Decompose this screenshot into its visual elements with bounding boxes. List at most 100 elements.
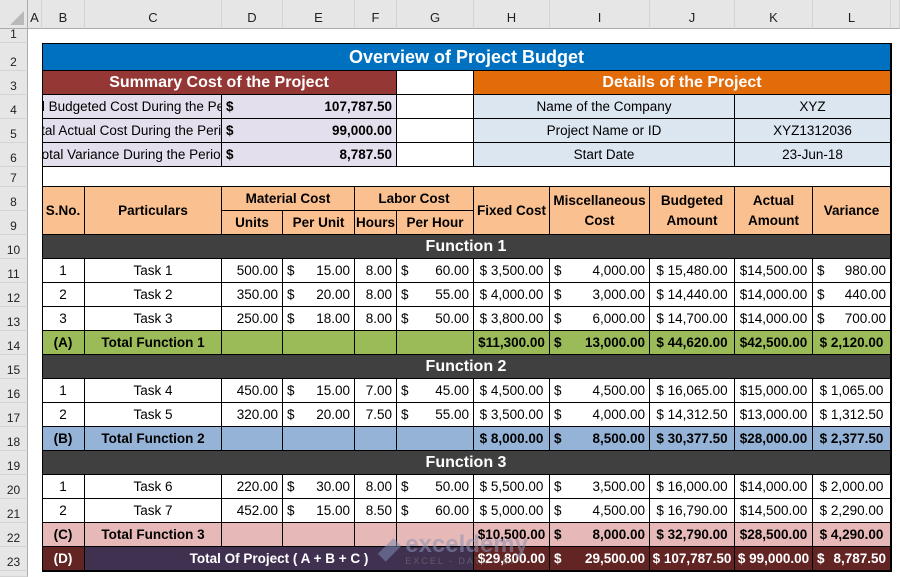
task-row-1-2-hours[interactable]: 8.00 <box>355 283 397 307</box>
row-header-6[interactable]: 6 <box>0 143 28 167</box>
task-row-3-1-name[interactable]: Task 6 <box>85 475 222 499</box>
task-row-1-3-name[interactable]: Task 3 <box>85 307 222 331</box>
task-row-2-1-per-hour[interactable]: $45.00 <box>397 379 474 403</box>
task-row-1-2-per-unit[interactable]: $20.00 <box>283 283 355 307</box>
column-header-k[interactable]: K <box>735 0 813 29</box>
task-row-2-1-hours[interactable]: 7.00 <box>355 379 397 403</box>
column-header-b[interactable]: B <box>42 0 85 29</box>
row-header-11[interactable]: 11 <box>0 259 28 283</box>
row-header-4[interactable]: 4 <box>0 95 28 119</box>
task-row-3-2-misc[interactable]: $4,500.00 <box>550 499 650 523</box>
row-header-1[interactable]: 1 <box>0 27 28 43</box>
task-row-1-1-variance[interactable]: $980.00 <box>813 259 891 283</box>
total-row-1-budgeted[interactable]: $ 44,620.00 <box>650 331 735 355</box>
task-row-3-2-per-unit[interactable]: $15.00 <box>283 499 355 523</box>
summary-label-2[interactable]: Total Actual Cost During the Period <box>42 119 222 143</box>
row-header-23[interactable]: 23 <box>0 547 28 571</box>
task-row-1-3-variance[interactable]: $700.00 <box>813 307 891 331</box>
task-row-2-2-variance[interactable]: $ 1,312.50 <box>813 403 891 427</box>
task-row-1-3-sno[interactable]: 3 <box>42 307 85 331</box>
task-row-2-2-misc[interactable]: $4,000.00 <box>550 403 650 427</box>
empty-cell-g6[interactable] <box>397 143 474 167</box>
row-header-9[interactable]: 9 <box>0 211 28 235</box>
task-row-1-2-actual[interactable]: $14,000.00 <box>735 283 813 307</box>
task-row-3-1-units[interactable]: 220.00 <box>222 475 283 499</box>
summary-value-3[interactable]: $8,787.50 <box>222 143 397 167</box>
grand-total-code[interactable]: (D) <box>42 547 85 571</box>
column-header-e[interactable]: E <box>283 0 355 29</box>
task-row-1-1-per-unit[interactable]: $15.00 <box>283 259 355 283</box>
total-row-3-misc[interactable]: $8,000.00 <box>550 523 650 547</box>
summary-label-1[interactable]: Total Budgeted Cost During the Period <box>42 95 222 119</box>
task-row-2-1-budgeted[interactable]: $ 16,065.00 <box>650 379 735 403</box>
task-row-1-2-sno[interactable]: 2 <box>42 283 85 307</box>
task-row-2-1-actual[interactable]: $15,000.00 <box>735 379 813 403</box>
task-row-1-2-budgeted[interactable]: $ 14,440.00 <box>650 283 735 307</box>
row-header-18[interactable]: 18 <box>0 427 28 451</box>
task-row-2-1-units[interactable]: 450.00 <box>222 379 283 403</box>
task-row-2-1-sno[interactable]: 1 <box>42 379 85 403</box>
task-row-3-1-per-unit[interactable]: $30.00 <box>283 475 355 499</box>
header-budgeted-amount[interactable]: Budgeted Amount <box>650 187 735 235</box>
task-row-1-1-hours[interactable]: 8.00 <box>355 259 397 283</box>
task-row-1-2-fixed[interactable]: $ 4,000.00 <box>474 283 550 307</box>
task-row-3-1-budgeted[interactable]: $ 16,000.00 <box>650 475 735 499</box>
task-row-3-2-hours[interactable]: 8.50 <box>355 499 397 523</box>
column-header-h[interactable]: H <box>474 0 550 29</box>
task-row-2-2-per-hour[interactable]: $55.00 <box>397 403 474 427</box>
task-row-2-2-units[interactable]: 320.00 <box>222 403 283 427</box>
task-row-3-2-per-hour[interactable]: $60.00 <box>397 499 474 523</box>
row-header-14[interactable]: 14 <box>0 331 28 355</box>
total-row-1-empty-g[interactable] <box>397 331 474 355</box>
row-header-20[interactable]: 20 <box>0 475 28 499</box>
task-row-1-3-hours[interactable]: 8.00 <box>355 307 397 331</box>
task-row-1-1-budgeted[interactable]: $ 15,480.00 <box>650 259 735 283</box>
column-header-l[interactable]: L <box>813 0 891 29</box>
task-row-1-1-sno[interactable]: 1 <box>42 259 85 283</box>
task-row-2-1-fixed[interactable]: $ 4,500.00 <box>474 379 550 403</box>
header-hours[interactable]: Hours <box>355 211 397 235</box>
total-row-3-empty-d[interactable] <box>222 523 283 547</box>
grand-total-variance[interactable]: $8,787.50 <box>813 547 891 571</box>
summary-label-3[interactable]: Total Variance During the Period <box>42 143 222 167</box>
grand-total-misc[interactable]: $29,500.00 <box>550 547 650 571</box>
task-row-2-1-misc[interactable]: $4,500.00 <box>550 379 650 403</box>
header-units[interactable]: Units <box>222 211 283 235</box>
row-header-5[interactable]: 5 <box>0 119 28 143</box>
header-particulars[interactable]: Particulars <box>85 187 222 235</box>
summary-value-2[interactable]: $99,000.00 <box>222 119 397 143</box>
task-row-1-2-units[interactable]: 350.00 <box>222 283 283 307</box>
total-row-2-misc[interactable]: $8,500.00 <box>550 427 650 451</box>
details-value-2[interactable]: XYZ1312036 <box>735 119 891 143</box>
details-value-1[interactable]: XYZ <box>735 95 891 119</box>
header-fixed-cost[interactable]: Fixed Cost <box>474 187 550 235</box>
column-header-d[interactable]: D <box>222 0 283 29</box>
task-row-3-1-misc[interactable]: $3,500.00 <box>550 475 650 499</box>
task-row-2-2-hours[interactable]: 7.50 <box>355 403 397 427</box>
row-header-13[interactable]: 13 <box>0 307 28 331</box>
column-header-i[interactable]: I <box>550 0 650 29</box>
total-row-1-label-code[interactable]: (A) <box>42 331 85 355</box>
task-row-2-2-budgeted[interactable]: $ 14,312.50 <box>650 403 735 427</box>
row-header-10[interactable]: 10 <box>0 235 28 259</box>
total-row-3-empty-e[interactable] <box>283 523 355 547</box>
task-row-2-2-fixed[interactable]: $ 3,500.00 <box>474 403 550 427</box>
header-misc-cost[interactable]: Miscellaneous Cost <box>550 187 650 235</box>
task-row-1-3-actual[interactable]: $14,000.00 <box>735 307 813 331</box>
task-row-1-3-fixed[interactable]: $ 3,800.00 <box>474 307 550 331</box>
task-row-1-3-per-hour[interactable]: $50.00 <box>397 307 474 331</box>
task-row-2-1-variance[interactable]: $ 1,065.00 <box>813 379 891 403</box>
total-row-1-variance[interactable]: $ 2,120.00 <box>813 331 891 355</box>
task-row-3-2-sno[interactable]: 2 <box>42 499 85 523</box>
column-header-a[interactable]: A <box>28 0 42 29</box>
total-row-2-label[interactable]: Total Function 2 <box>85 427 222 451</box>
task-row-3-1-sno[interactable]: 1 <box>42 475 85 499</box>
row-header-21[interactable]: 21 <box>0 499 28 523</box>
task-row-1-1-name[interactable]: Task 1 <box>85 259 222 283</box>
column-header-c[interactable]: C <box>85 0 222 29</box>
empty-cell-g3[interactable] <box>397 71 474 95</box>
total-row-1-empty-e[interactable] <box>283 331 355 355</box>
task-row-1-1-actual[interactable]: $14,500.00 <box>735 259 813 283</box>
header-material-cost[interactable]: Material Cost <box>222 187 355 211</box>
task-row-2-1-name[interactable]: Task 4 <box>85 379 222 403</box>
